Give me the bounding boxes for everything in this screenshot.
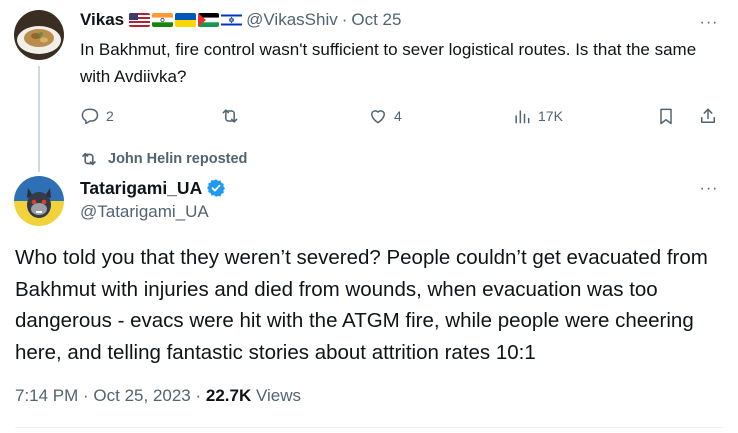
verified-badge-icon[interactable] (206, 178, 226, 198)
parent-tweet-header: Vikas @VikasShiv · Oct 25 (80, 8, 401, 32)
divider (15, 427, 723, 428)
reply-button[interactable]: 2 (80, 102, 114, 130)
india-flag-icon (152, 13, 174, 27)
repost-button[interactable] (220, 102, 246, 130)
views-count: 17K (538, 108, 563, 124)
parent-author-handle[interactable]: @VikasShiv (246, 10, 338, 30)
main-more-button[interactable]: ··· (698, 178, 720, 200)
palestine-flag-icon (198, 13, 220, 27)
repost-banner-text[interactable]: John Helin reposted (108, 151, 247, 167)
bookmark-icon (660, 108, 672, 125)
avatar-vikas[interactable] (14, 10, 64, 60)
parent-more-button[interactable]: ··· (698, 12, 720, 34)
views-button[interactable]: 17K (512, 102, 563, 130)
main-author-row: Tatarigami_UA (80, 176, 226, 200)
ukraine-flag-icon (175, 13, 197, 27)
like-count: 4 (394, 108, 402, 124)
parent-author-name[interactable]: Vikas (80, 10, 124, 30)
parent-action-bar: 2 4 17K (78, 102, 723, 130)
tweet-meta: 7:14 PM · Oct 25, 2023 · 22.7K Views (15, 386, 301, 406)
analytics-icon (515, 110, 530, 124)
header-separator: · (341, 10, 348, 29)
tweet-views-label: Views (251, 386, 302, 405)
repost-icon (222, 109, 238, 123)
parent-tweet-time[interactable]: Oct 25 (351, 10, 401, 30)
tweet-views-count: 22.7K (205, 386, 252, 405)
repost-icon (82, 152, 96, 166)
share-button[interactable] (698, 102, 718, 130)
thread-connector-line (38, 66, 40, 172)
reply-count: 2 (106, 108, 114, 124)
repost-banner: John Helin reposted (80, 149, 247, 169)
avatar-tatarigami[interactable] (14, 176, 64, 226)
israel-flag-icon (221, 13, 243, 27)
share-icon (701, 108, 715, 123)
reply-icon (81, 108, 99, 125)
heart-icon (371, 110, 385, 124)
tweet-timestamp[interactable]: 7:14 PM · Oct 25, 2023 · (15, 386, 206, 405)
parent-tweet-text: In Bakhmut, fire control wasn't sufficie… (80, 40, 697, 86)
bookmark-button[interactable] (656, 102, 676, 130)
main-author-handle[interactable]: @Tatarigami_UA (80, 202, 209, 222)
us-flag-icon (129, 13, 151, 27)
main-tweet-text: Who told you that they weren’t severed? … (15, 246, 708, 364)
flag-emojis (129, 13, 243, 27)
like-button[interactable]: 4 (368, 102, 402, 130)
main-author-name[interactable]: Tatarigami_UA (80, 178, 202, 199)
